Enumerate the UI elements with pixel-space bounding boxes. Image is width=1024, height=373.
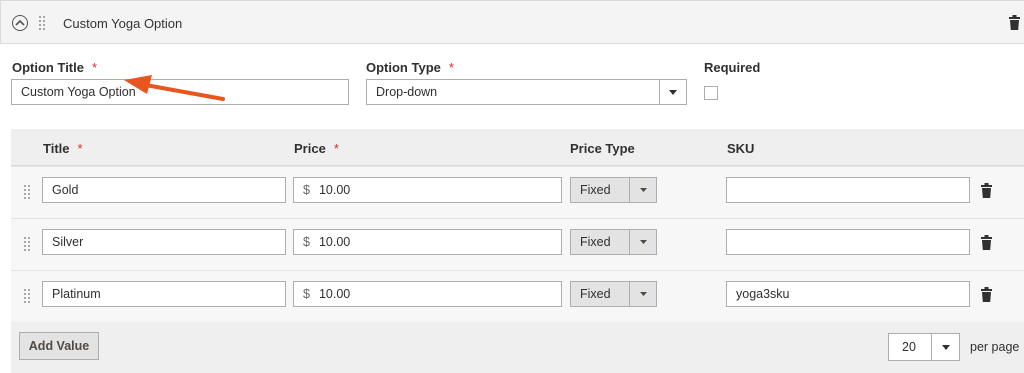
- drag-handle-icon[interactable]: [24, 185, 32, 199]
- option-header-title: Custom Yoga Option: [63, 16, 183, 31]
- required-asterisk: *: [333, 141, 339, 156]
- value-price-input[interactable]: $10.00: [293, 177, 562, 203]
- column-header-price-type: Price Type: [570, 141, 635, 156]
- option-type-label-text: Option Type: [366, 60, 441, 75]
- column-header-price: Price *: [294, 141, 339, 156]
- value-sku-input[interactable]: [726, 229, 970, 255]
- per-page-value: 20: [902, 340, 916, 354]
- value-title-input[interactable]: Gold: [42, 177, 286, 203]
- value-price-text: 10.00: [318, 183, 351, 197]
- currency-symbol: $: [303, 235, 310, 249]
- option-title-label: Option Title *: [12, 60, 97, 75]
- annotation-arrow-icon: [124, 75, 225, 101]
- value-sku-text: yoga3sku: [736, 287, 790, 301]
- per-page-select[interactable]: 20: [888, 333, 960, 361]
- required-asterisk: *: [77, 141, 83, 156]
- option-title-label-text: Option Title: [12, 60, 84, 75]
- required-checkbox[interactable]: [704, 86, 718, 100]
- value-price-text: 10.00: [318, 235, 351, 249]
- triangle-down-icon[interactable]: [629, 178, 656, 202]
- required-asterisk: *: [91, 60, 98, 75]
- price-type-value: Fixed: [580, 235, 611, 249]
- delete-row-trash-icon[interactable]: [981, 235, 992, 250]
- delete-row-trash-icon[interactable]: [981, 183, 992, 198]
- column-header-price-text: Price: [294, 141, 326, 156]
- drag-handle-icon[interactable]: [24, 289, 32, 303]
- column-header-title: Title *: [43, 141, 83, 156]
- column-header-title-text: Title: [43, 141, 70, 156]
- currency-symbol: $: [303, 287, 310, 301]
- triangle-down-icon[interactable]: [931, 334, 959, 360]
- option-type-select[interactable]: Drop-down: [366, 79, 687, 105]
- value-price-input[interactable]: $10.00: [293, 281, 562, 307]
- value-price-input[interactable]: $10.00: [293, 229, 562, 255]
- value-title-input[interactable]: Platinum: [42, 281, 286, 307]
- collapse-toggle-icon[interactable]: [12, 15, 28, 31]
- price-type-select[interactable]: Fixed: [570, 281, 657, 307]
- value-sku-input[interactable]: [726, 177, 970, 203]
- drag-handle-icon[interactable]: [39, 16, 47, 30]
- price-type-value: Fixed: [580, 287, 611, 301]
- add-value-button[interactable]: Add Value: [19, 332, 99, 360]
- value-title-input[interactable]: Silver: [42, 229, 286, 255]
- required-asterisk: *: [448, 60, 454, 75]
- price-type-select[interactable]: Fixed: [570, 177, 657, 203]
- option-type-label: Option Type *: [366, 60, 454, 75]
- price-type-select[interactable]: Fixed: [570, 229, 657, 255]
- triangle-down-icon[interactable]: [629, 230, 656, 254]
- value-title-text: Platinum: [52, 287, 101, 301]
- delete-option-trash-icon[interactable]: [1009, 15, 1020, 30]
- value-price-text: 10.00: [318, 287, 351, 301]
- option-type-value: Drop-down: [376, 85, 438, 99]
- triangle-down-icon[interactable]: [659, 80, 686, 104]
- delete-row-trash-icon[interactable]: [981, 287, 992, 302]
- option-header: Custom Yoga Option: [0, 0, 1024, 44]
- triangle-down-icon[interactable]: [629, 282, 656, 306]
- price-type-value: Fixed: [580, 183, 611, 197]
- drag-handle-icon[interactable]: [24, 237, 32, 251]
- value-title-text: Gold: [52, 183, 79, 197]
- currency-symbol: $: [303, 183, 310, 197]
- required-label: Required: [704, 60, 761, 75]
- value-sku-input[interactable]: yoga3sku: [726, 281, 970, 307]
- column-header-sku: SKU: [727, 141, 755, 156]
- per-page-label: per page: [970, 340, 1020, 354]
- value-title-text: Silver: [52, 235, 84, 249]
